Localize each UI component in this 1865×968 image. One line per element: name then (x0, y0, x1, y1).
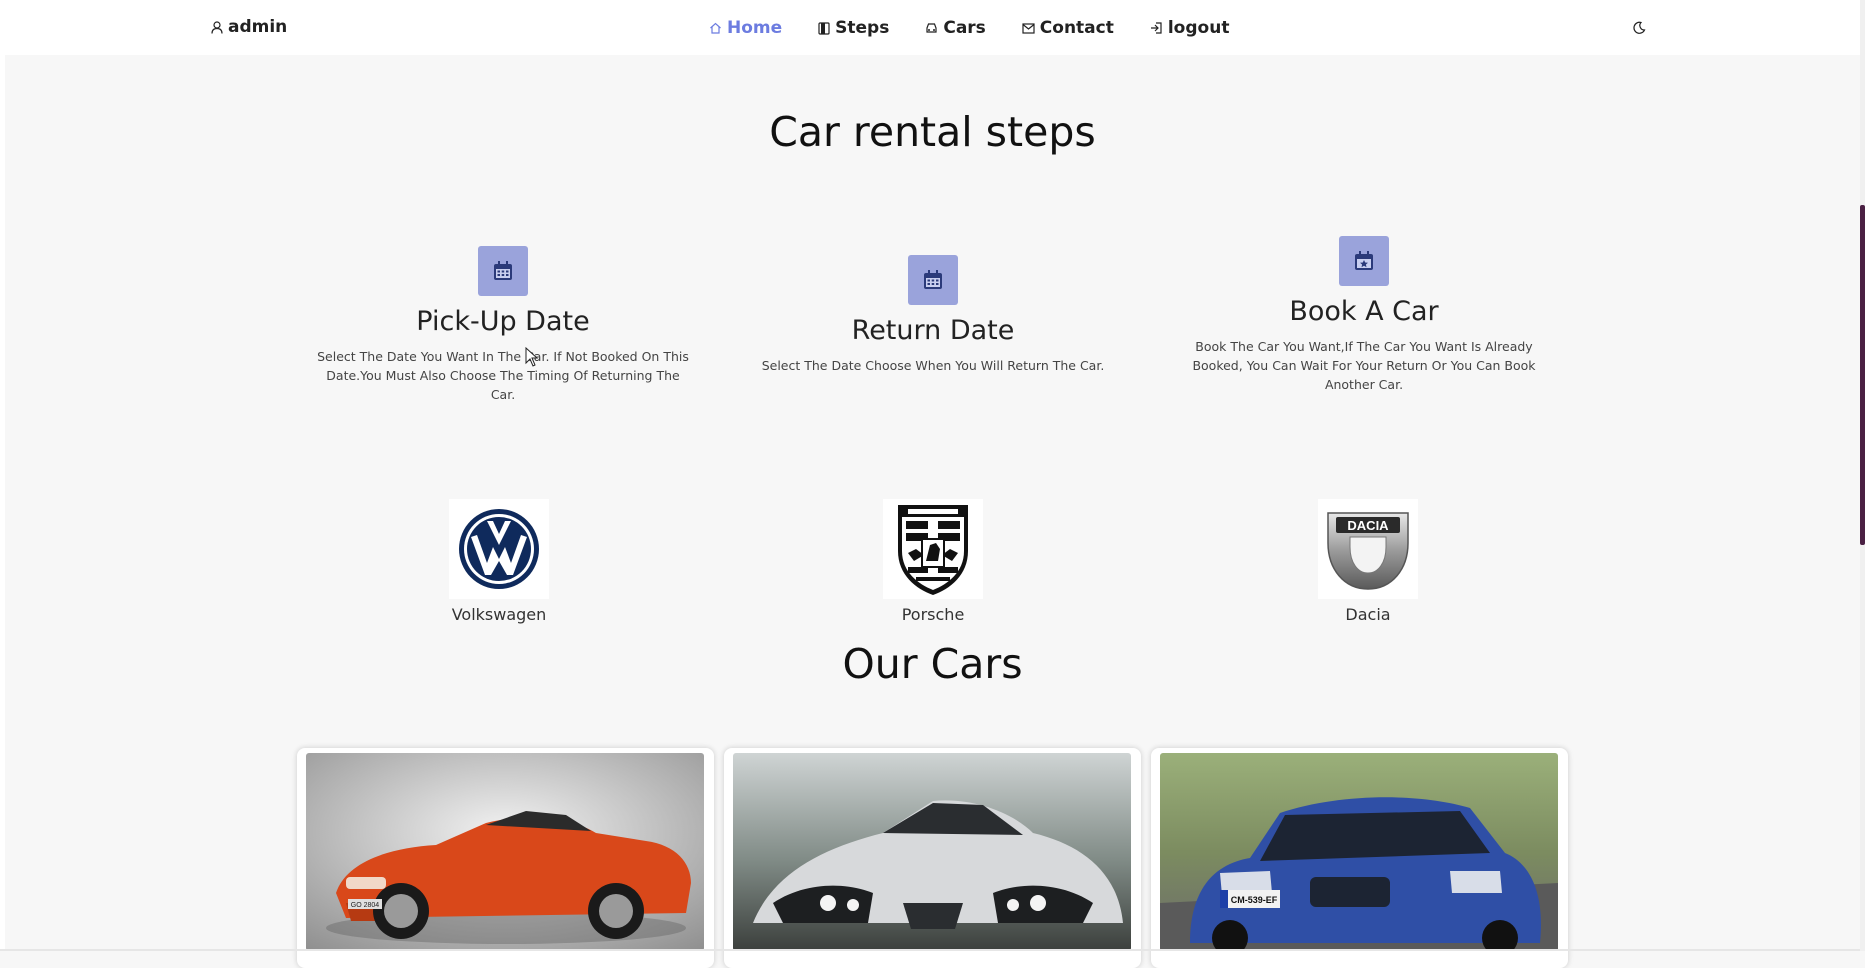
step-icon-box (478, 246, 528, 296)
blue-hatchback-photo: CM-539-EF (1160, 753, 1558, 951)
svg-text:GO 2804: GO 2804 (351, 902, 380, 909)
step-pickup-date: Pick-Up Date Select The Date You Want In… (313, 246, 693, 404)
username-label: admin (228, 17, 288, 37)
brand-porsche[interactable]: Porsche (833, 499, 1033, 624)
silver-supercar-photo (733, 753, 1131, 951)
steps-section-title: Car rental steps (769, 108, 1096, 156)
nav-steps-label: Steps (835, 18, 890, 38)
user-icon (211, 20, 223, 34)
moon-icon (1633, 21, 1646, 34)
porsche-logo (898, 505, 968, 595)
nav-cars[interactable]: Cars (925, 18, 986, 38)
svg-text:DACIA: DACIA (1347, 518, 1389, 533)
brand-logo-box (883, 499, 983, 599)
nav-contact[interactable]: Contact (1022, 18, 1114, 38)
nav-contact-label: Contact (1039, 18, 1114, 38)
dacia-logo: DACIA (1327, 512, 1409, 590)
car-icon (926, 23, 937, 33)
brand-logo-box (449, 499, 549, 599)
step-title: Book A Car (1289, 296, 1439, 327)
theme-toggle[interactable] (1632, 20, 1646, 39)
step-book-a-car: Book A Car Book The Car You Want,If The … (1174, 236, 1554, 394)
nav-home[interactable]: Home (709, 18, 782, 38)
step-description: Select The Date You Want In The Car. If … (317, 349, 689, 402)
mouse-cursor-icon (525, 347, 539, 367)
steps-icon (818, 21, 830, 35)
brand-dacia[interactable]: DACIA Dacia (1268, 499, 1468, 624)
car-image[interactable] (733, 753, 1131, 951)
user-menu[interactable]: admin (211, 17, 287, 37)
step-title: Return Date (851, 315, 1015, 346)
main-nav: Home Steps Cars Contact logout (709, 18, 1265, 38)
scrollbar-thumb[interactable] (1860, 205, 1865, 545)
calendar-icon (924, 270, 942, 289)
scrollbar-track[interactable] (1860, 0, 1865, 951)
brand-name: Porsche (901, 605, 965, 624)
step-description: Book The Car You Want,If The Car You Wan… (1192, 339, 1536, 392)
step-icon-box (1339, 236, 1389, 286)
volkswagen-logo (459, 509, 539, 589)
brand-name: Volkswagen (451, 605, 547, 624)
brand-name: Dacia (1345, 605, 1391, 624)
orange-roadster-photo: GO 2804 (306, 753, 704, 951)
home-icon (710, 22, 721, 34)
nav-cars-label: Cars (943, 18, 986, 38)
nav-logout-label: logout (1167, 18, 1230, 38)
brand-logo-box: DACIA (1318, 499, 1418, 599)
car-image[interactable]: CM-539-EF (1160, 753, 1558, 951)
brand-volkswagen[interactable]: Volkswagen (399, 499, 599, 624)
nav-home-label: Home (727, 18, 783, 38)
logout-icon (1150, 22, 1162, 34)
nav-steps[interactable]: Steps (818, 18, 889, 38)
mail-icon (1022, 22, 1035, 34)
top-navbar: admin Home Steps Cars Contact logout (5, 0, 1860, 55)
nav-logout[interactable]: logout (1150, 18, 1230, 38)
calendar-icon (494, 261, 512, 280)
car-card[interactable] (724, 748, 1141, 968)
step-description: Select The Date Choose When You Will Ret… (761, 358, 1105, 373)
step-icon-box (908, 255, 958, 305)
step-return-date: Return Date Select The Date Choose When … (743, 255, 1123, 375)
car-card[interactable]: CM-539-EF (1151, 748, 1568, 968)
calendar-star-icon (1355, 251, 1373, 270)
car-image[interactable]: GO 2804 (306, 753, 704, 951)
svg-text:CM-539-EF: CM-539-EF (1231, 895, 1278, 905)
car-card[interactable]: GO 2804 (297, 748, 714, 968)
step-title: Pick-Up Date (416, 306, 590, 337)
cars-section-title: Our Cars (842, 640, 1023, 688)
